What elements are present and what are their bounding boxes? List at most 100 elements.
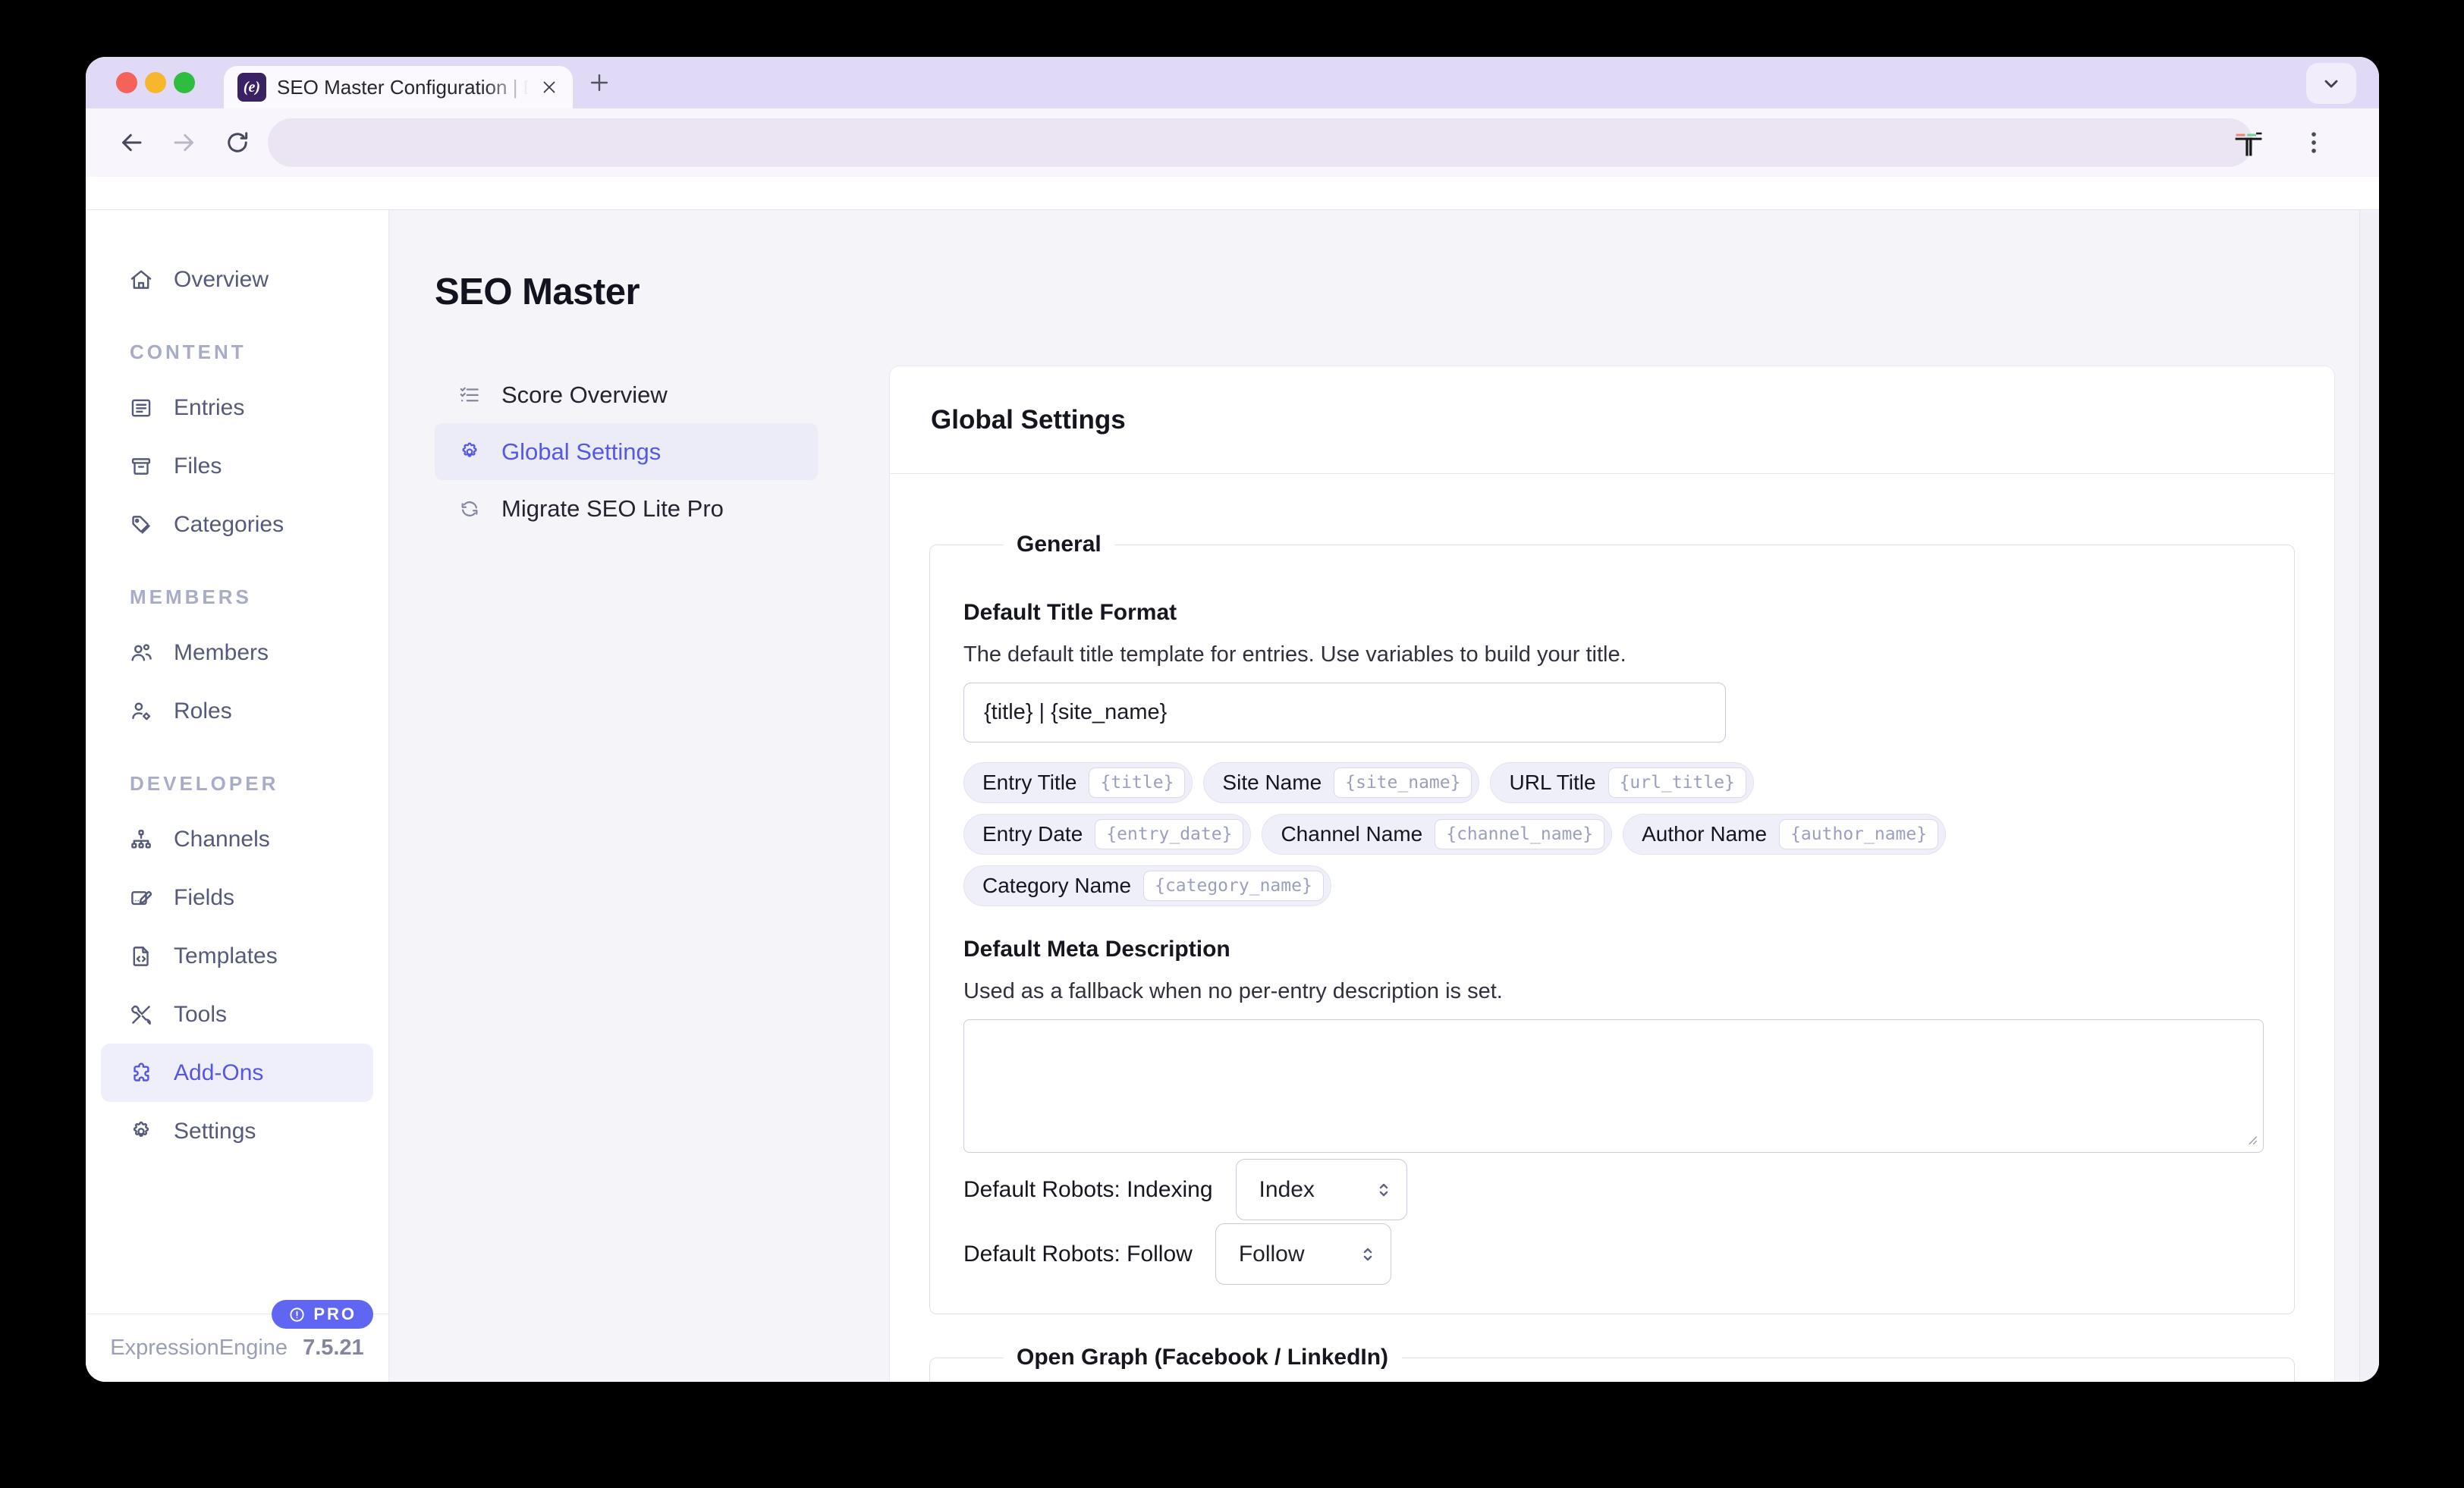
back-button[interactable] <box>118 129 145 156</box>
sidebar-item-label: Entries <box>174 395 244 421</box>
info-circle-icon <box>288 1306 306 1323</box>
sidebar-item-templates[interactable]: Templates <box>86 927 388 985</box>
sitemap-icon <box>128 827 154 852</box>
sidebar-section-members: MEMBERS <box>86 570 388 623</box>
extension-icon[interactable] <box>2232 127 2265 160</box>
chip-label: Entry Title <box>982 771 1076 795</box>
tab-title-wrap: SEO Master Configuration | Ex <box>277 76 529 99</box>
variable-chip-entry-title[interactable]: Entry Title {title} <box>963 762 1193 803</box>
chip-code: {entry_date} <box>1095 819 1243 849</box>
sidebar-item-files[interactable]: Files <box>86 437 388 495</box>
variable-chip-channel-name[interactable]: Channel Name {channel_name} <box>1262 814 1612 855</box>
sidebar-item-roles[interactable]: Roles <box>86 682 388 740</box>
variable-chip-entry-date[interactable]: Entry Date {entry_date} <box>963 814 1251 855</box>
robots-follow-label: Default Robots: Follow <box>963 1242 1193 1267</box>
cp-sidebar: Overview CONTENT Entries Files <box>86 210 389 1382</box>
addon-subnav: Score Overview Global Settings Migrate S… <box>435 366 818 537</box>
subnav-item-score-overview[interactable]: Score Overview <box>435 366 818 423</box>
select-chevrons-icon <box>1357 1244 1378 1265</box>
chip-code: {channel_name} <box>1435 819 1604 849</box>
puzzle-icon <box>128 1060 154 1086</box>
address-bar[interactable] <box>268 118 2253 167</box>
checklist-icon <box>457 383 482 407</box>
chip-label: Category Name <box>982 874 1131 898</box>
reload-button[interactable] <box>224 129 251 156</box>
pro-badge-label: PRO <box>313 1304 357 1324</box>
tab-bar: (e) SEO Master Configuration | Ex <box>86 57 2379 108</box>
subnav-item-label: Score Overview <box>501 381 668 409</box>
chip-label: Author Name <box>1642 822 1767 846</box>
file-code-icon <box>128 943 154 969</box>
subnav-item-label: Global Settings <box>501 438 661 466</box>
chip-label: URL Title <box>1509 771 1595 795</box>
robots-follow-select[interactable]: Follow <box>1215 1223 1391 1285</box>
close-window-button[interactable] <box>116 72 137 93</box>
sidebar-section-content: CONTENT <box>86 325 388 378</box>
global-settings-panel: Global Settings General Default Title Fo… <box>889 366 2335 1382</box>
subnav-item-migrate-seo-lite-pro[interactable]: Migrate SEO Lite Pro <box>435 480 818 537</box>
brand-name: ExpressionEngine <box>110 1336 288 1361</box>
chip-code: {site_name} <box>1334 768 1472 798</box>
pro-badge[interactable]: PRO <box>272 1300 373 1329</box>
sidebar-item-channels[interactable]: Channels <box>86 810 388 868</box>
chip-code: {category_name} <box>1143 871 1324 901</box>
sidebar-item-label: Categories <box>174 512 284 538</box>
subnav-item-global-settings[interactable]: Global Settings <box>435 423 818 480</box>
panel-header: Global Settings <box>890 366 2334 474</box>
meta-description-label: Default Meta Description <box>963 937 2264 962</box>
title-format-label: Default Title Format <box>963 600 2264 626</box>
sidebar-item-label: Add-Ons <box>174 1060 263 1086</box>
tags-icon <box>128 512 154 538</box>
variable-chip-url-title[interactable]: URL Title {url_title} <box>1490 762 1753 803</box>
variable-chip-site-name[interactable]: Site Name {site_name} <box>1203 762 1479 803</box>
sidebar-item-fields[interactable]: Fields <box>86 868 388 927</box>
resize-grip-icon[interactable] <box>2242 1130 2259 1147</box>
sidebar-section-developer: DEVELOPER <box>86 757 388 810</box>
sidebar-item-settings[interactable]: Settings <box>86 1102 388 1160</box>
variable-chips: Entry Title {title} Site Name {site_name… <box>963 762 2041 906</box>
sidebar-item-entries[interactable]: Entries <box>86 378 388 437</box>
sidebar-item-label: Files <box>174 454 222 479</box>
sidebar-item-add-ons[interactable]: Add-Ons <box>101 1044 373 1102</box>
chip-code: {url_title} <box>1608 768 1746 798</box>
panel-title: Global Settings <box>931 405 1126 435</box>
tools-icon <box>128 1002 154 1028</box>
tab-search-chevron-button[interactable] <box>2306 63 2356 104</box>
maximize-window-button[interactable] <box>174 72 195 93</box>
sidebar-item-tools[interactable]: Tools <box>86 985 388 1044</box>
sidebar-item-members[interactable]: Members <box>86 623 388 682</box>
robots-follow-row: Default Robots: Follow Follow <box>963 1223 2264 1285</box>
sidebar-item-label: Members <box>174 640 269 666</box>
forward-button[interactable] <box>171 129 198 156</box>
sidebar-item-categories[interactable]: Categories <box>86 495 388 554</box>
sidebar-item-label: Tools <box>174 1002 227 1028</box>
sidebar-item-label: Settings <box>174 1119 256 1144</box>
users-icon <box>128 640 154 666</box>
variable-chip-category-name[interactable]: Category Name {category_name} <box>963 865 1331 906</box>
scrollbar-track[interactable] <box>2359 210 2379 1382</box>
meta-description-help: Used as a fallback when no per-entry des… <box>963 979 2264 1004</box>
robots-indexing-select[interactable]: Index <box>1236 1159 1407 1220</box>
variable-chip-author-name[interactable]: Author Name {author_name} <box>1623 814 1946 855</box>
gear-icon <box>457 440 482 464</box>
open-graph-fieldset: Open Graph (Facebook / LinkedIn) Enable … <box>929 1345 2295 1382</box>
sidebar-footer: PRO ExpressionEngine 7.5.21 <box>86 1314 388 1382</box>
sidebar-item-overview[interactable]: Overview <box>86 250 388 309</box>
minimize-window-button[interactable] <box>145 72 166 93</box>
title-format-help: The default title template for entries. … <box>963 642 2264 667</box>
new-tab-button[interactable] <box>586 70 612 96</box>
meta-description-textarea[interactable] <box>963 1019 2264 1153</box>
robots-follow-value: Follow <box>1239 1242 1305 1267</box>
sidebar-item-label: Templates <box>174 943 278 969</box>
cp-top-bar <box>86 177 2379 210</box>
close-tab-icon[interactable] <box>539 77 559 97</box>
tab-title: SEO Master Configuration | Ex <box>277 76 529 99</box>
browser-menu-icon[interactable] <box>2299 127 2329 158</box>
chip-code: {author_name} <box>1779 819 1938 849</box>
select-chevrons-icon <box>1373 1179 1394 1201</box>
browser-toolbar <box>86 108 2379 177</box>
title-format-input[interactable] <box>963 683 1726 742</box>
browser-tab[interactable]: (e) SEO Master Configuration | Ex <box>224 66 573 108</box>
user-tag-icon <box>128 698 154 724</box>
pencil-card-icon <box>128 885 154 911</box>
